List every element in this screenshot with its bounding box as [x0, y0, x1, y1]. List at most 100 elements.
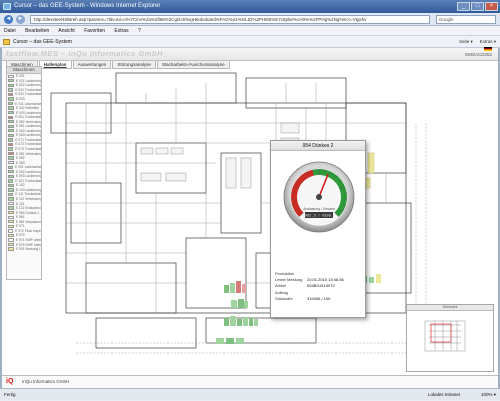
machine-details: Produktion Letzte Meldung20.01.2010 13:4…	[275, 271, 363, 302]
machine-label: E 001	[16, 74, 25, 78]
back-button[interactable]: ◄	[4, 15, 13, 24]
status-swatch	[8, 193, 13, 196]
status-swatch	[8, 238, 14, 241]
status-swatch	[8, 111, 14, 114]
building-sw	[86, 263, 176, 313]
machine-label: E 111 Trockenkabine	[15, 192, 41, 196]
app-logo: fastflow.MES – InQu Informatics GmbH	[6, 49, 163, 58]
browser-icon	[3, 3, 11, 10]
status-swatch	[8, 184, 14, 187]
machine-label: E 091 Laserschweißen	[15, 165, 41, 169]
status-swatch	[8, 206, 14, 209]
machine-label: E 971	[16, 224, 25, 228]
machine-cluster-verbindung[interactable]	[216, 338, 244, 344]
status-swatch	[8, 188, 14, 191]
status-swatch	[8, 147, 13, 150]
machine-list-item[interactable]: E 976 Senkung Lin	[7, 247, 41, 252]
status-swatch	[8, 179, 13, 182]
machine-label: E 082	[16, 156, 25, 160]
machine-label: E 972 Final Inspection	[15, 229, 41, 233]
browser-tab[interactable]: Cursor – das GEE-System	[13, 36, 72, 48]
machine-label: E 131 Endkontrolle	[16, 206, 41, 210]
machine-label: E 112 Verbindung	[16, 197, 41, 201]
minimap-canvas[interactable]	[407, 311, 493, 371]
gauge-caption: Auslastung / Gesamt	[303, 207, 335, 211]
machine-list-panel: Maschinen E 001E 021 LackierungE 022 Lac…	[6, 66, 42, 280]
menu-item-ansicht[interactable]: Ansicht	[58, 28, 74, 34]
machine-label: E 102	[16, 183, 25, 187]
machine-detail-popup[interactable]: 954 Dünkes 2 Auslastung / Gesamt 0062.3 …	[270, 140, 366, 318]
building-nw	[51, 93, 111, 133]
status-swatch	[8, 84, 14, 87]
machine-label: E 052 Verbindung	[16, 120, 41, 124]
menu-item-bearbeiten[interactable]: Bearbeiten	[25, 28, 49, 34]
building-ne	[246, 78, 346, 108]
status-swatch	[8, 170, 14, 173]
machine-label: E 092 Lackierung	[16, 170, 41, 174]
menu-item-datei[interactable]: Datei	[4, 28, 16, 34]
machine-label: E 061 Lackierung	[16, 124, 41, 128]
status-swatch	[8, 161, 14, 164]
menu-item-help[interactable]: ?	[138, 28, 141, 34]
address-bar: ◄ ► http://devsteel45/Breh.asp?params=?l…	[0, 13, 500, 26]
window-controls: _ □ ×	[457, 2, 498, 11]
status-swatch	[8, 134, 14, 137]
utilization-gauge: Auslastung / Gesamt 0062.3 / 0106.4	[283, 161, 355, 233]
machine-label: E 073 Trockenkabine	[15, 147, 41, 151]
user-link[interactable]: EMSACD262	[465, 52, 492, 57]
url-input[interactable]: http://devsteel45/Breh.asp?params=?ldv.e…	[30, 15, 430, 24]
footer-text: InQu Informatics GmbH	[22, 379, 69, 384]
status-swatch	[8, 75, 14, 78]
status-swatch	[8, 211, 14, 214]
minimize-button[interactable]: _	[457, 2, 470, 11]
status-swatch	[8, 197, 14, 200]
status-text: Fertig	[4, 389, 16, 401]
status-swatch	[8, 116, 13, 119]
app-header: fastflow.MES – InQu Informatics GmbH EMS…	[2, 48, 498, 61]
status-swatch	[8, 79, 14, 82]
machine-label: E 101 Trockenkabine	[15, 179, 41, 183]
close-button[interactable]: ×	[485, 2, 498, 11]
machine-label: E 021 Lackierung	[16, 79, 41, 83]
machine-label: E 962 Verpackung	[16, 220, 41, 224]
status-swatch	[8, 120, 14, 123]
status-swatch	[8, 102, 13, 105]
search-input[interactable]: Google	[436, 15, 496, 24]
status-swatch	[8, 152, 14, 155]
forward-button[interactable]: ►	[16, 15, 25, 24]
status-swatch	[8, 247, 14, 250]
machine-label: E 103 Lackierung	[16, 188, 41, 192]
machine-label: E 022 Lackierung	[16, 83, 41, 87]
floor-plan-map[interactable]	[46, 63, 444, 361]
german-flag-icon[interactable]	[484, 47, 492, 51]
status-swatch	[8, 129, 14, 132]
machine-label: E 033	[16, 97, 25, 101]
overview-minimap[interactable]: Übersicht	[406, 304, 494, 372]
status-swatch	[8, 156, 14, 159]
building-south-ext	[96, 318, 196, 348]
machine-label: E 071 Trockenkabine	[15, 138, 41, 142]
zoom-level[interactable]: 100% ▾	[481, 389, 496, 401]
menu-item-favoriten[interactable]: Favoriten	[84, 28, 105, 34]
tab-bar: Cursor – das GEE-System Seite ▾ Extras ▾	[0, 36, 500, 48]
status-swatch	[8, 88, 13, 91]
status-swatch	[8, 216, 14, 219]
minimap-viewport[interactable]	[431, 324, 451, 342]
maximize-button[interactable]: □	[471, 2, 484, 11]
machine-label: E 973	[16, 233, 25, 237]
page-menu-button[interactable]: Seite ▾	[459, 36, 473, 48]
company-logo: iQ	[6, 378, 13, 385]
status-swatch	[8, 175, 14, 178]
machine-label: E 976 Senkung Lin	[16, 247, 41, 251]
status-swatch	[8, 93, 13, 96]
machine-label: E 032 Trockenkabine	[15, 92, 41, 96]
window-titlebar: Cursor – das GEE-System - Windows Intern…	[0, 0, 500, 13]
machine-label: E 081 Verbindung	[16, 152, 41, 156]
menu-item-extras[interactable]: Extras	[114, 28, 128, 34]
machine-label: E 974 SWP unten	[16, 238, 41, 242]
status-swatch	[8, 106, 14, 109]
status-swatch	[8, 243, 14, 246]
machine-label: E 083	[16, 161, 25, 165]
machine-cluster-lackierung[interactable]	[224, 281, 258, 326]
building-west	[71, 183, 121, 243]
